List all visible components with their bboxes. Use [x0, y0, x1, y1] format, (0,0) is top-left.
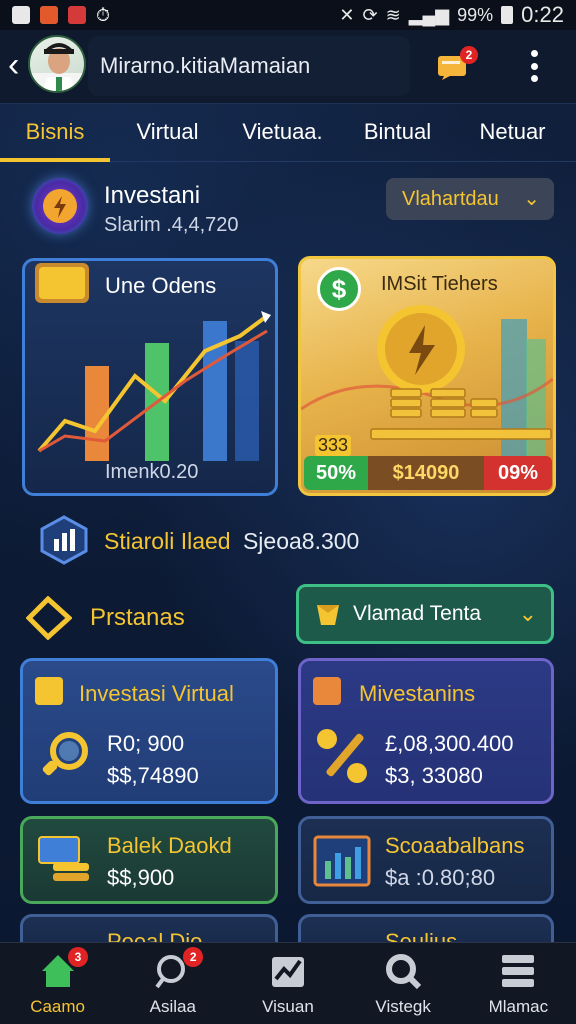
laptop-coins-icon: [37, 833, 93, 889]
percent-up-badge: 50%: [304, 456, 368, 490]
nav-label: Mlamac: [488, 997, 549, 1016]
card-value-2: $$,74890: [107, 763, 199, 788]
wallet-icon: [35, 677, 63, 705]
card-investasi-virtual[interactable]: Investasi Virtual R0; 900 $$,74890: [20, 658, 278, 804]
investment-subtitle: Slarim .4,4,720: [104, 214, 239, 236]
nav-asilaa[interactable]: 2 Asilaa: [115, 943, 230, 1024]
card-value-1: R0; 900: [107, 731, 185, 756]
tab-bintual[interactable]: Bintual: [340, 104, 455, 162]
investment-dropdown-label: Vlahartdau: [402, 187, 499, 210]
investment-title: Investani: [104, 182, 201, 209]
nav-badge: 3: [68, 947, 88, 967]
mute-icon: ✕: [339, 4, 355, 25]
chevron-down-icon: ⌄: [518, 601, 537, 626]
nav-vistegk[interactable]: Vistegk: [346, 943, 461, 1024]
battery-icon: [501, 6, 514, 24]
gem-icon: [313, 599, 343, 629]
avatar[interactable]: [28, 35, 86, 93]
status-bar: ⏱ ✕ ⟳ ≋ ▂▄▆ 99% 0:22: [0, 0, 576, 30]
coin-brush-icon: [313, 725, 373, 787]
gold-card-title: IMSit Tiehers: [381, 273, 498, 295]
section-dropdown[interactable]: Vlamad Tenta ⌄: [296, 584, 554, 644]
card-mivestanins[interactable]: Mivestanins £,08,300.400 $3, 33080: [298, 658, 554, 804]
message-icon[interactable]: 2: [436, 46, 478, 80]
tab-vietuaa[interactable]: Vietuaa.: [225, 104, 340, 162]
tab-bisnis[interactable]: Bisnis: [0, 104, 110, 162]
card-value-1: $$,900: [107, 865, 175, 890]
chart-icon: [271, 957, 304, 987]
nav-visuan[interactable]: Visuan: [230, 943, 345, 1024]
card-title: Balek Daokd: [107, 833, 232, 858]
rotate-icon: ⟳: [362, 4, 378, 25]
card-balek-daokd[interactable]: Balek Daokd $$,900: [20, 816, 278, 904]
percent-down-badge: 09%: [484, 456, 552, 490]
bar-chart-icon: [40, 515, 88, 565]
diamond-icon: [25, 595, 73, 641]
section-title: Prstanas: [90, 604, 185, 631]
investment-dropdown[interactable]: Vlahartdau ⌄: [386, 178, 554, 220]
magnifier-icon: [35, 727, 93, 785]
nav-badge: 2: [183, 947, 204, 967]
signal-icon: ▂▄▆: [408, 4, 450, 25]
magnifier-icon: [386, 954, 422, 990]
gold-coin-label: 333: [315, 435, 352, 456]
stats-row: Stiaroli Ilaed Sjeoa8.300: [104, 528, 359, 555]
nav-label: Asilaa: [149, 997, 196, 1016]
user-name: Mirarno.kitiaMamaian: [88, 36, 410, 96]
dollar-icon: $: [317, 267, 361, 311]
tab-bar: Bisnis Virtual Vietuaa. Bintual Netuar: [0, 104, 576, 162]
tab-netuar[interactable]: Netuar: [455, 104, 570, 162]
card-title: Scoaabalbans: [385, 833, 525, 858]
nav-caamo[interactable]: 3 Caamo: [0, 943, 115, 1024]
card-value-1: £,08,300.400: [385, 731, 514, 756]
orders-card-footer: Imenk0.20: [105, 461, 199, 483]
stats-label: Stiaroli Ilaed: [104, 528, 231, 554]
section-dropdown-label: Vlamad Tenta: [353, 602, 482, 625]
stats-value: Sjeoa8.300: [242, 528, 360, 554]
tab-virtual[interactable]: Virtual: [110, 104, 225, 162]
card-value-2: $3, 33080: [385, 763, 483, 788]
card-title: Investasi Virtual: [79, 681, 234, 706]
bottom-nav: 3 Caamo 2 Asilaa Visuan Vistegk Mlamac: [0, 942, 576, 1024]
timer-icon: ⏱: [96, 4, 111, 25]
nav-label: Vistegk: [375, 997, 431, 1016]
wifi-icon: ≋: [385, 4, 401, 25]
card-title: Mivestanins: [359, 681, 476, 706]
orders-chart-card[interactable]: Une Odens Imenk0.20: [22, 258, 278, 496]
nav-label: Caamo: [30, 997, 85, 1016]
clock: 0:22: [521, 2, 564, 27]
calendar-icon: [313, 677, 341, 705]
nav-label: Visuan: [262, 997, 314, 1016]
gold-value-badge: $14090: [368, 456, 484, 490]
more-menu-icon[interactable]: [524, 46, 544, 86]
gallery-icon: [12, 6, 30, 24]
orders-card-title: Une Odens: [105, 273, 217, 298]
card-scoaabalbans[interactable]: Scoaabalbans $a :0.80;80: [298, 816, 554, 904]
nav-mlamac[interactable]: Mlamac: [461, 943, 576, 1024]
menu-list-icon: [502, 955, 535, 987]
mail-icon: [40, 6, 58, 24]
chevron-down-icon: ⌄: [523, 188, 540, 210]
battery-percent: 99%: [457, 4, 494, 25]
investment-icon: [32, 178, 88, 234]
chart-board-icon: [313, 833, 371, 889]
video-icon: [68, 6, 86, 24]
card-value-1: $a :0.80;80: [385, 865, 496, 890]
message-badge: 2: [460, 46, 478, 64]
